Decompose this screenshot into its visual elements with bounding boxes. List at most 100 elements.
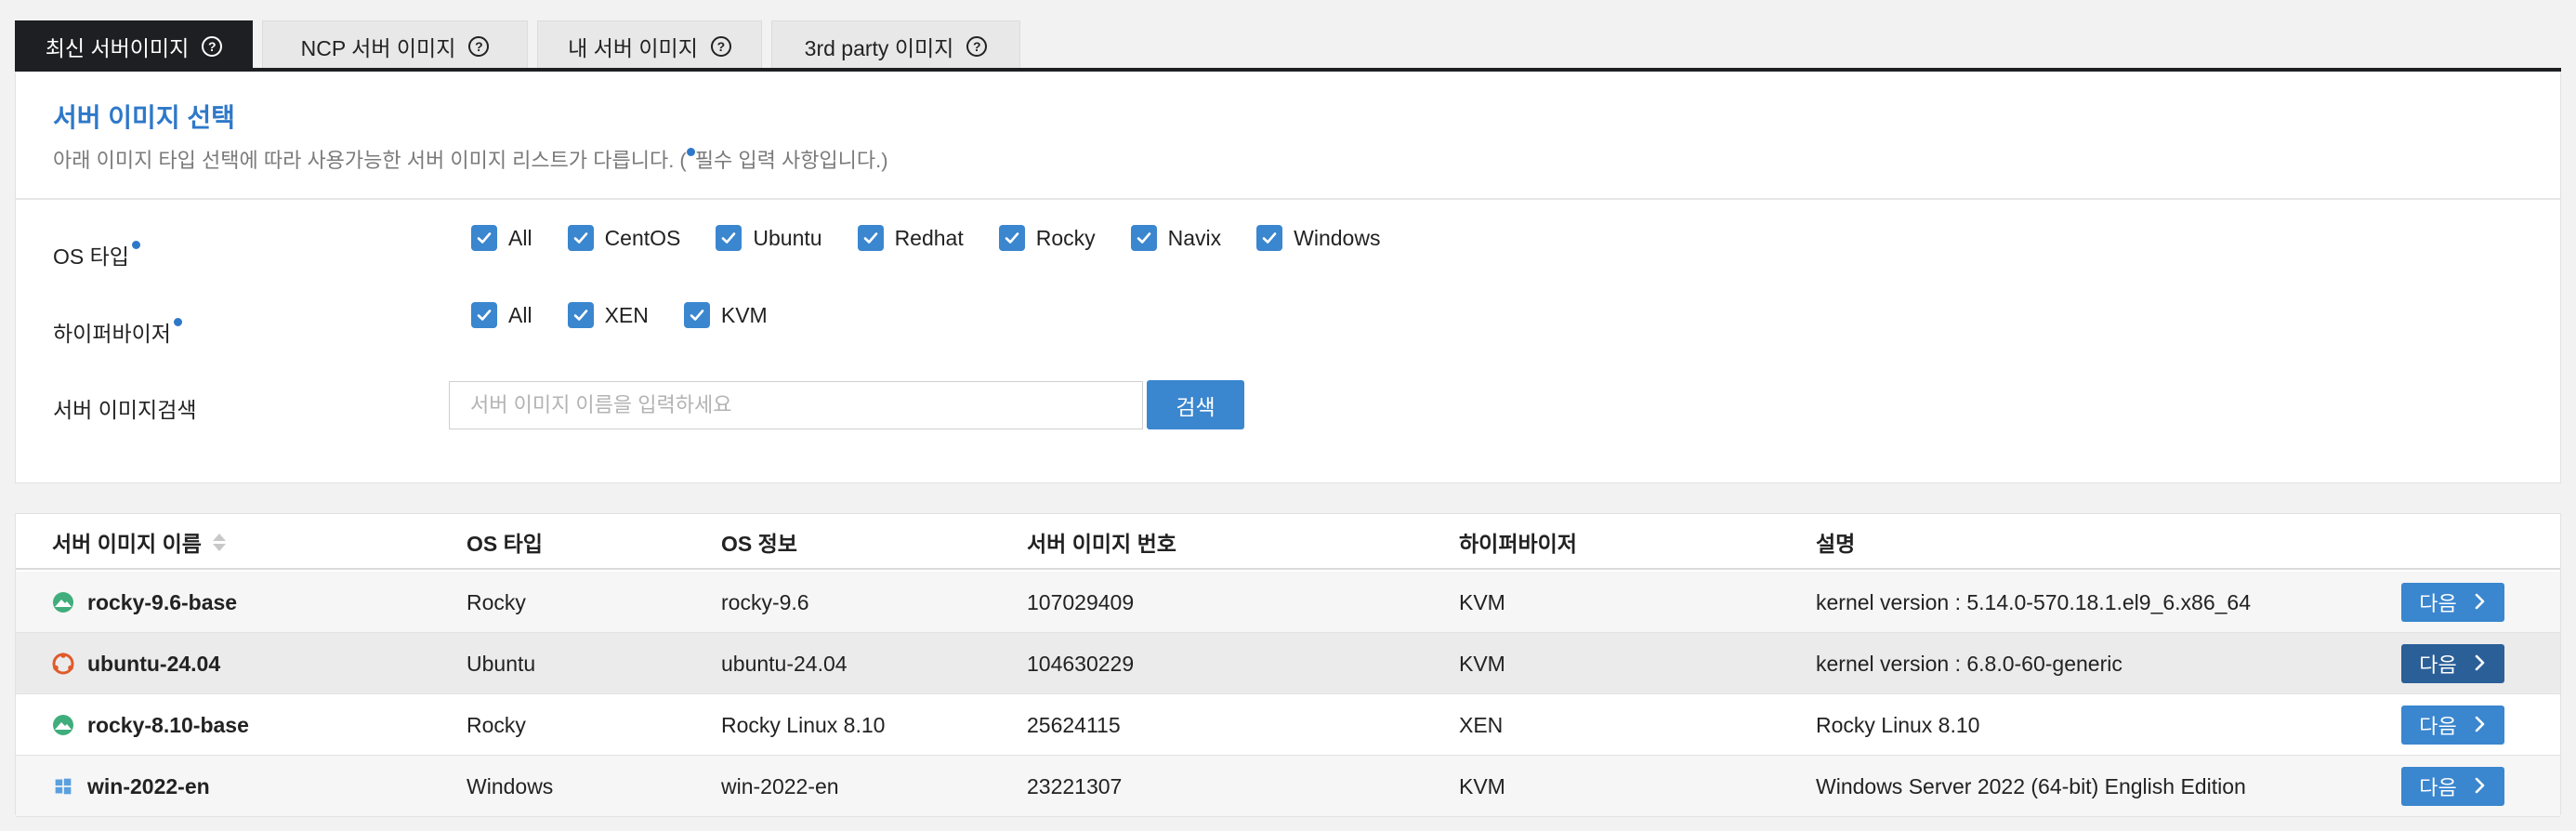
os-type-label-text: OS 타입 (53, 244, 129, 269)
next-button[interactable]: 다음 (2401, 644, 2504, 683)
help-icon[interactable]: ? (468, 35, 490, 57)
cell-name: rocky-9.6-base (52, 572, 237, 633)
cell-image-no: 25624115 (1027, 694, 1121, 756)
checkbox-label: CentOS (604, 225, 681, 250)
checkbox-navix[interactable]: Navix (1130, 225, 1221, 251)
tab-label: 3rd party 이미지 (804, 35, 954, 60)
cell-text: KVM (1459, 589, 1505, 614)
checkbox-label: Ubuntu (753, 225, 822, 250)
checkbox-checked-icon[interactable] (567, 225, 594, 251)
checkbox-checked-icon[interactable] (471, 302, 497, 328)
cell-text: 23221307 (1027, 773, 1123, 798)
cell-os-info: ubuntu-24.04 (721, 633, 848, 694)
next-button-label: 다음 (2419, 776, 2457, 799)
cell-text: kernel version : 5.14.0-570.18.1.el9_6.x… (1816, 589, 2251, 614)
table-row[interactable]: ubuntu-24.04 Ubuntu ubuntu-24.04 104630229 K… (16, 633, 2560, 694)
cell-text: KVM (1459, 651, 1505, 676)
checkbox-all[interactable]: All (471, 225, 532, 251)
image-table: 서버 이미지 이름 OS 타입 OS 정보 서버 이미지 번호 하이퍼바이저 설… (15, 513, 2561, 817)
checkbox-checked-icon[interactable] (471, 225, 497, 251)
required-dot-icon (173, 318, 182, 326)
cell-image-no: 104630229 (1027, 633, 1134, 694)
tab-label: 최신 서버이미지 (45, 35, 190, 60)
cell-text: win-2022-en (87, 773, 210, 798)
next-button[interactable]: 다음 (2401, 767, 2504, 806)
cell-text: Rocky (467, 712, 526, 737)
rocky-icon (52, 591, 74, 613)
next-button-label: 다음 (2419, 715, 2457, 738)
cell-os-type: Ubuntu (467, 633, 535, 694)
cell-text: Rocky Linux 8.10 (1816, 712, 1980, 737)
next-button-label: 다음 (2419, 653, 2457, 677)
cell-desc: kernel version : 6.8.0-60-generic (1816, 633, 2123, 694)
cell-os-info: win-2022-en (721, 756, 839, 817)
cell-os-info: rocky-9.6 (721, 572, 809, 633)
help-icon[interactable]: ? (710, 35, 731, 57)
checkbox-rocky[interactable]: Rocky (998, 225, 1096, 251)
checkbox-label: XEN (604, 302, 649, 327)
checkbox-all[interactable]: All (471, 302, 532, 328)
filter-panel: 서버 이미지 선택 아래 이미지 타입 선택에 따라 사용가능한 서버 이미지 … (15, 72, 2561, 483)
checkbox-checked-icon[interactable] (1130, 225, 1157, 251)
header-image-number: 서버 이미지 번호 (1027, 532, 1176, 556)
next-button[interactable]: 다음 (2401, 706, 2504, 745)
tab-ncp-images[interactable]: NCP 서버 이미지 ? (262, 20, 528, 71)
image-search-input[interactable] (449, 381, 1143, 429)
cell-name: rocky-8.10-base (52, 694, 249, 756)
chevron-right-icon (2474, 590, 2487, 614)
hypervisor-label: 하이퍼바이저 (53, 316, 182, 348)
os-type-checkboxes: All CentOS Ubuntu Redhat Rocky Navix Windows (471, 225, 1415, 251)
ubuntu-icon (52, 653, 74, 675)
table-row[interactable]: rocky-8.10-base Rocky Rocky Linux 8.10 2562… (16, 694, 2560, 756)
checkbox-centos[interactable]: CentOS (567, 225, 681, 251)
header-os-info: OS 정보 (721, 532, 797, 556)
cell-text: 107029409 (1027, 589, 1135, 614)
cell-os-info: Rocky Linux 8.10 (721, 694, 885, 756)
tab-3rd-party-images[interactable]: 3rd party 이미지 ? (771, 20, 1020, 71)
tab-my-images[interactable]: 내 서버 이미지 ? (537, 20, 762, 71)
cell-desc: Windows Server 2022 (64-bit) English Edi… (1816, 756, 2246, 817)
search-label: 서버 이미지검색 (53, 398, 197, 422)
checkbox-redhat[interactable]: Redhat (857, 225, 964, 251)
cell-name: ubuntu-24.04 (52, 633, 220, 694)
header-label: 서버 이미지 이름 (52, 532, 202, 556)
required-dot-icon (131, 241, 140, 249)
checkbox-checked-icon[interactable] (1256, 225, 1283, 251)
chevron-right-icon (2474, 652, 2487, 676)
help-icon[interactable]: ? (966, 35, 988, 57)
checkbox-checked-icon[interactable] (683, 302, 710, 328)
cell-os-type: Rocky (467, 694, 526, 756)
checkbox-checked-icon[interactable] (567, 302, 594, 328)
help-icon[interactable]: ? (202, 35, 223, 57)
checkbox-windows[interactable]: Windows (1256, 225, 1380, 251)
checkbox-label: Windows (1294, 225, 1381, 250)
sort-icon[interactable] (212, 533, 226, 551)
next-button[interactable]: 다음 (2401, 583, 2504, 622)
image-type-tabs: 최신 서버이미지 ? NCP 서버 이미지 ? 내 서버 이미지 ? 3rd p… (15, 20, 2561, 71)
chevron-right-icon (2474, 774, 2487, 798)
header-image-name[interactable]: 서버 이미지 이름 (52, 514, 226, 570)
cell-text: KVM (1459, 773, 1505, 798)
checkbox-xen[interactable]: XEN (567, 302, 649, 328)
cell-text: Windows (467, 773, 554, 798)
table-row[interactable]: rocky-9.6-base Rocky rocky-9.6 107029409 KVM… (16, 572, 2560, 633)
search-button[interactable]: 검색 (1147, 380, 1244, 429)
checkbox-kvm[interactable]: KVM (683, 302, 768, 328)
desc-text-suffix: 필수 입력 사항입니다.) (694, 149, 888, 172)
cell-hypervisor: XEN (1459, 694, 1503, 756)
table-row[interactable]: win-2022-en Windows win-2022-en 23221307 KVM… (16, 756, 2560, 817)
tab-latest-images[interactable]: 최신 서버이미지 ? (15, 20, 253, 71)
cell-text: Windows Server 2022 (64-bit) English Edi… (1816, 773, 2246, 798)
hypervisor-checkboxes: All XEN KVM (471, 302, 803, 328)
tab-label: NCP 서버 이미지 (300, 35, 456, 60)
rocky-icon (52, 714, 74, 736)
next-button-label: 다음 (2419, 592, 2457, 615)
checkbox-ubuntu[interactable]: Ubuntu (716, 225, 822, 251)
cell-text: rocky-9.6 (721, 589, 809, 614)
checkbox-checked-icon[interactable] (857, 225, 884, 251)
checkbox-checked-icon[interactable] (998, 225, 1025, 251)
checkbox-checked-icon[interactable] (716, 225, 743, 251)
checkbox-label: Rocky (1035, 225, 1096, 250)
cell-text: rocky-8.10-base (87, 712, 249, 737)
chevron-right-icon (2474, 713, 2487, 737)
